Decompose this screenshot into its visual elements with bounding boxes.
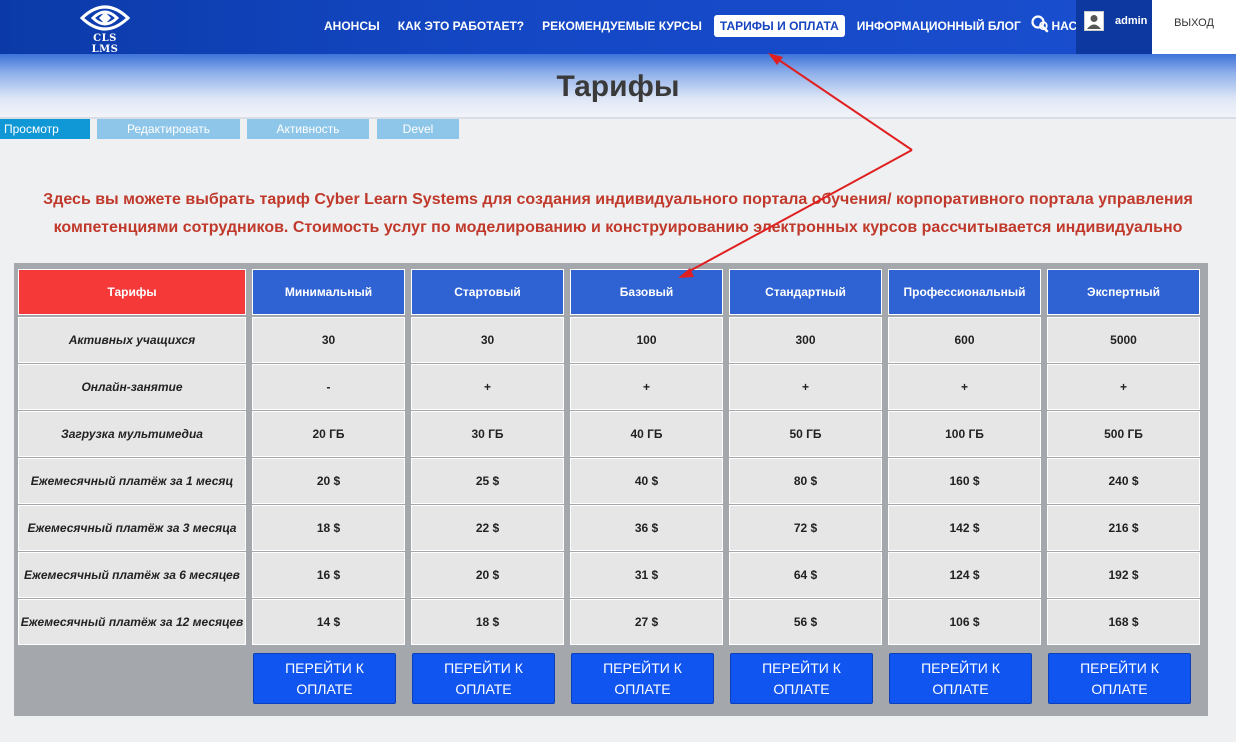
plan-header: Минимальный xyxy=(252,269,405,315)
row-label: Ежемесячный платёж за 3 месяца xyxy=(18,505,246,551)
nav-item-pricing[interactable]: ТАРИФЫ И ОПЛАТА xyxy=(713,15,845,37)
intro-line-1: Здесь вы можете выбрать тариф Cyber Lear… xyxy=(43,191,1193,208)
table-cell: 106 $ xyxy=(888,599,1041,645)
table-cell: 142 $ xyxy=(888,505,1041,551)
table-cell: 5000 xyxy=(1047,317,1200,363)
user-menu[interactable]: admin xyxy=(1076,0,1152,54)
table-cell: 240 $ xyxy=(1047,458,1200,504)
table-cell: 80 $ xyxy=(729,458,882,504)
site-logo[interactable]: CLS LMS xyxy=(74,2,136,55)
table-cell: 56 $ xyxy=(729,599,882,645)
table-cell: 25 $ xyxy=(411,458,564,504)
row-label: Онлайн-занятие xyxy=(18,364,246,410)
table-cell: 30 xyxy=(252,317,405,363)
plan-header: Профессиональный xyxy=(888,269,1041,315)
nav-item-announcements[interactable]: АНОНСЫ xyxy=(318,15,386,37)
table-cell: 64 $ xyxy=(729,552,882,598)
intro-line-2: компетенциями сотрудников. Стоимость усл… xyxy=(53,219,1183,236)
plan-header: Стартовый xyxy=(411,269,564,315)
table-cell: 168 $ xyxy=(1047,599,1200,645)
pay-button-professional[interactable]: ПЕРЕЙТИ К ОПЛАТЕ xyxy=(889,653,1032,704)
table-cell: - xyxy=(252,364,405,410)
table-cell: 20 $ xyxy=(252,458,405,504)
nav-item-how-it-works[interactable]: КАК ЭТО РАБОТАЕТ? xyxy=(392,15,530,37)
table-cell: 600 xyxy=(888,317,1041,363)
table-cell: 16 $ xyxy=(252,552,405,598)
table-cell: 22 $ xyxy=(411,505,564,551)
table-cell: 216 $ xyxy=(1047,505,1200,551)
table-cell: + xyxy=(1047,364,1200,410)
plan-header: Базовый xyxy=(570,269,723,315)
pay-button-starter[interactable]: ПЕРЕЙТИ К ОПЛАТЕ xyxy=(412,653,555,704)
table-cell: 192 $ xyxy=(1047,552,1200,598)
intro-text: Здесь вы можете выбрать тариф Cyber Lear… xyxy=(20,186,1216,242)
table-cell: + xyxy=(888,364,1041,410)
table-cell: 20 $ xyxy=(411,552,564,598)
table-corner-header: Тарифы xyxy=(18,269,246,315)
top-navbar: CLS LMS АНОНСЫ КАК ЭТО РАБОТАЕТ? РЕКОМЕН… xyxy=(0,0,1236,55)
table-cell: 500 ГБ xyxy=(1047,411,1200,457)
table-cell: 300 xyxy=(729,317,882,363)
nav-item-blog[interactable]: ИНФОРМАЦИОННЫЙ БЛОГ xyxy=(851,15,1027,37)
user-icon xyxy=(1084,11,1104,31)
table-cell: 36 $ xyxy=(570,505,723,551)
row-label: Загрузка мультимедиа xyxy=(18,411,246,457)
pricing-table: Тарифы Минимальный Стартовый Базовый Ста… xyxy=(14,263,1208,716)
row-label: Ежемесячный платёж за 12 месяцев xyxy=(18,599,246,645)
table-cell: 50 ГБ xyxy=(729,411,882,457)
table-cell: 30 xyxy=(411,317,564,363)
username: admin xyxy=(1115,15,1148,27)
table-cell: + xyxy=(570,364,723,410)
table-cell: 18 $ xyxy=(252,505,405,551)
table-cell: 40 ГБ xyxy=(570,411,723,457)
table-cell: 20 ГБ xyxy=(252,411,405,457)
search-button[interactable] xyxy=(1028,12,1052,36)
pay-button-minimal[interactable]: ПЕРЕЙТИ К ОПЛАТЕ xyxy=(253,653,396,704)
logout-button[interactable]: ВЫХОД xyxy=(1152,0,1236,54)
plan-header: Экспертный xyxy=(1047,269,1200,315)
page-title: Тарифы xyxy=(556,70,680,103)
row-label: Ежемесячный платёж за 6 месяцев xyxy=(18,552,246,598)
nav-item-recommended-courses[interactable]: РЕКОМЕНДУЕМЫЕ КУРСЫ xyxy=(536,15,708,37)
eye-logo-icon xyxy=(79,5,131,31)
plan-header: Стандартный xyxy=(729,269,882,315)
pay-button-basic[interactable]: ПЕРЕЙТИ К ОПЛАТЕ xyxy=(571,653,714,704)
tab-edit[interactable]: Редактировать xyxy=(97,119,240,139)
search-icon xyxy=(1031,15,1049,33)
row-label: Ежемесячный платёж за 1 месяц xyxy=(18,458,246,504)
tab-activity[interactable]: Активность xyxy=(247,119,369,139)
table-cell: 27 $ xyxy=(570,599,723,645)
table-cell: 18 $ xyxy=(411,599,564,645)
tab-devel[interactable]: Devel xyxy=(377,119,459,139)
table-cell: 40 $ xyxy=(570,458,723,504)
table-cell: 100 ГБ xyxy=(888,411,1041,457)
table-cell: 31 $ xyxy=(570,552,723,598)
pay-button-standard[interactable]: ПЕРЕЙТИ К ОПЛАТЕ xyxy=(730,653,873,704)
tab-view[interactable]: Просмотр xyxy=(0,119,90,139)
table-cell: 124 $ xyxy=(888,552,1041,598)
table-cell: 100 xyxy=(570,317,723,363)
table-cell: 30 ГБ xyxy=(411,411,564,457)
logo-text: CLS LMS xyxy=(91,33,119,55)
table-cell: 72 $ xyxy=(729,505,882,551)
pay-button-expert[interactable]: ПЕРЕЙТИ К ОПЛАТЕ xyxy=(1048,653,1191,704)
table-cell: 14 $ xyxy=(252,599,405,645)
table-cell: 160 $ xyxy=(888,458,1041,504)
table-cell: + xyxy=(411,364,564,410)
row-label: Активных учащихся xyxy=(18,317,246,363)
main-nav: АНОНСЫ КАК ЭТО РАБОТАЕТ? РЕКОМЕНДУЕМЫЕ К… xyxy=(318,15,1089,37)
table-cell: + xyxy=(729,364,882,410)
